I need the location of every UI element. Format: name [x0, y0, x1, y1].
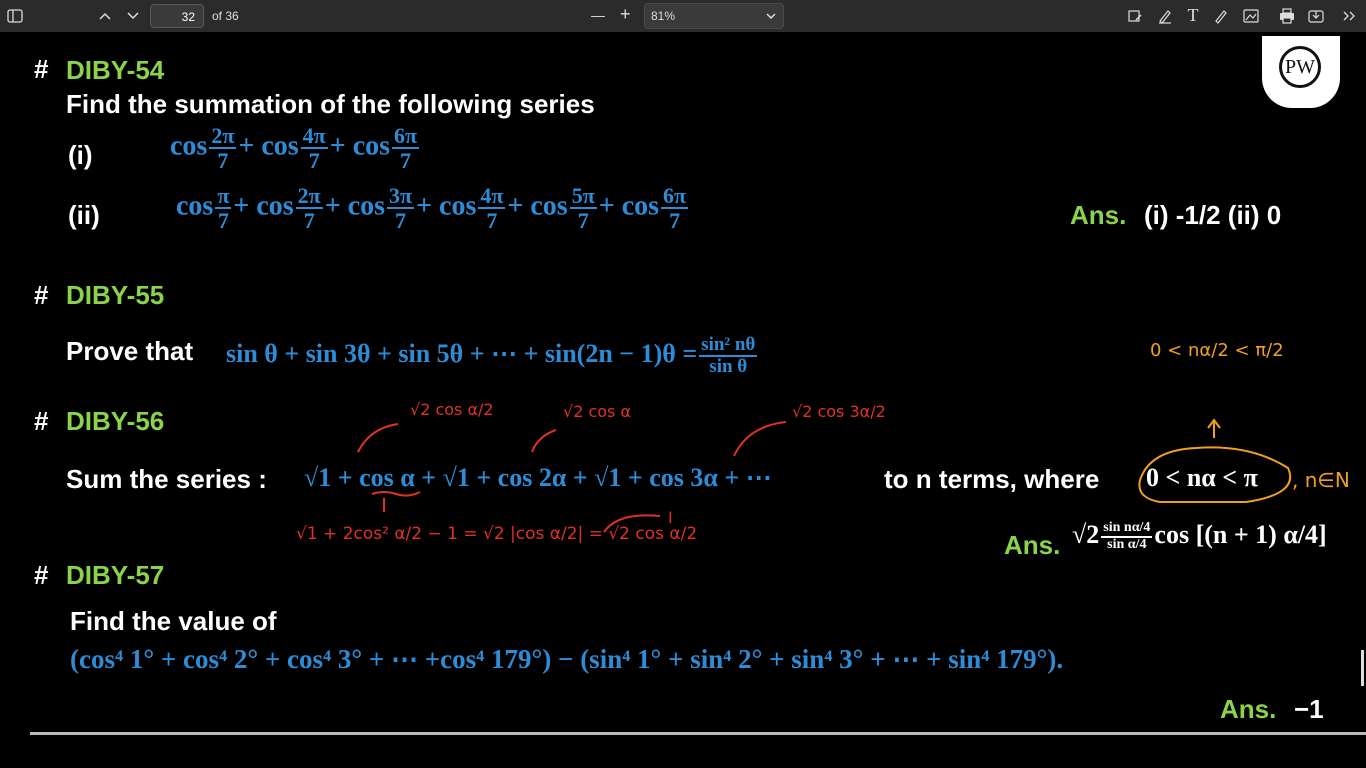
page-total-label: of 36: [212, 9, 239, 23]
page-divider: [30, 732, 1366, 735]
zoom-value: 81%: [651, 9, 676, 23]
print-icon[interactable]: [1278, 7, 1296, 25]
save-icon[interactable]: [1307, 7, 1325, 25]
orange-condition: 0 < nα/2 < π/2: [1150, 340, 1284, 361]
sidebar-toggle-icon[interactable]: [6, 8, 24, 24]
zoom-in-button[interactable]: +: [620, 4, 631, 25]
zoom-out-button[interactable]: —: [591, 7, 605, 23]
pdf-page: PW # DIBY-54 Find the summation of the f…: [0, 32, 1366, 768]
text-tool-icon[interactable]: T: [1184, 5, 1202, 25]
pdf-toolbar: 32 of 36 — + 81% T: [0, 0, 1366, 32]
more-tools-icon[interactable]: [1340, 7, 1358, 25]
orange-n-natural: , n∈N: [1292, 468, 1350, 492]
image-icon[interactable]: [1242, 7, 1260, 25]
zoom-select[interactable]: 81%: [644, 3, 784, 29]
ink-strokes: [357, 418, 1292, 533]
previous-page-icon[interactable]: [96, 8, 114, 24]
chevron-down-icon: [765, 12, 777, 20]
scrollbar-thumb[interactable]: [1361, 650, 1364, 686]
next-page-icon[interactable]: [124, 8, 142, 24]
draw-pen-icon[interactable]: [1212, 7, 1230, 25]
page-number-input[interactable]: 32: [150, 4, 204, 28]
text-select-icon[interactable]: [1126, 7, 1144, 25]
highlight-pen-icon[interactable]: [1156, 7, 1174, 25]
